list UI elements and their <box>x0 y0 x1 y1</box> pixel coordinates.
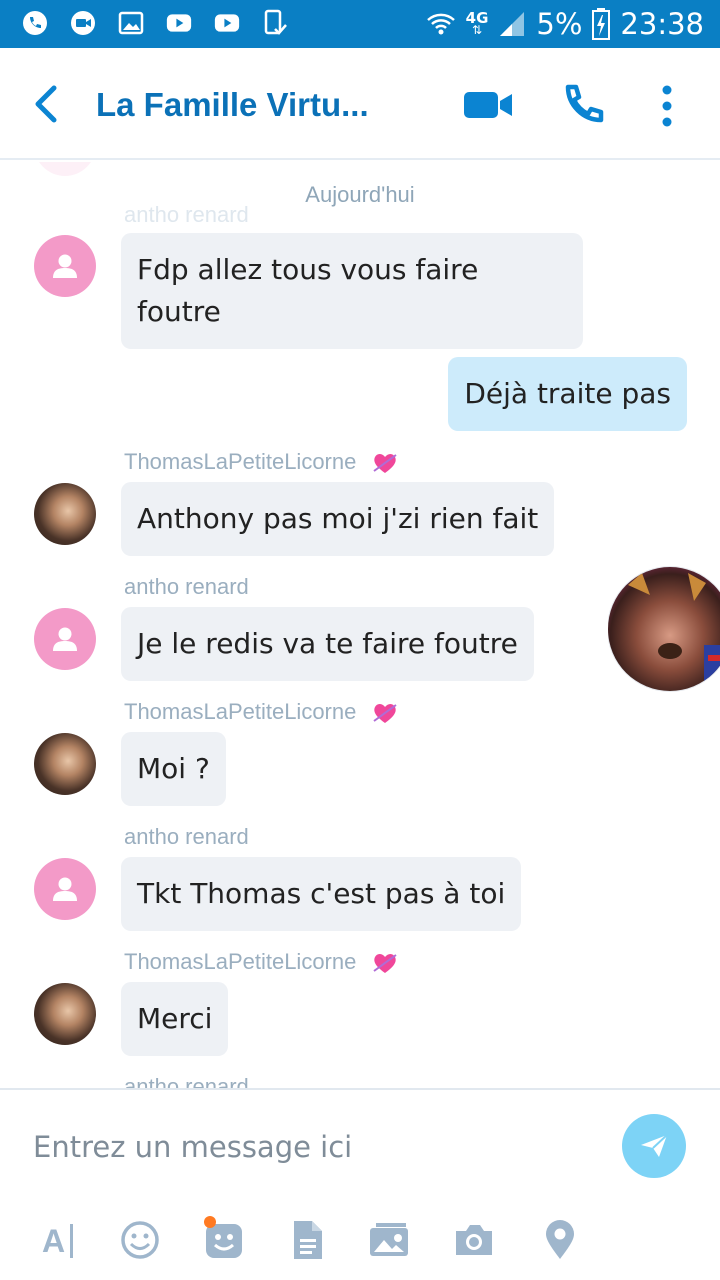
heart-emoji-icon <box>373 704 398 724</box>
new-badge <box>204 1216 216 1228</box>
message-input[interactable]: Entrez un message ici <box>33 1130 352 1164</box>
composer: Entrez un message ici A <box>0 1088 720 1280</box>
svg-text:A: A <box>42 1223 65 1259</box>
notification-icons <box>22 9 288 36</box>
message-bubble[interactable]: Anthony pas moi j'zi rien fait <box>121 482 555 556</box>
avatar[interactable] <box>34 733 96 795</box>
sender-name: antho renard <box>124 824 249 849</box>
wifi-icon <box>426 13 455 35</box>
avatar[interactable] <box>34 235 96 297</box>
message-bubble[interactable]: Fdp allez tous vous faire foutre <box>121 233 583 349</box>
sender-name: antho renard <box>124 1074 249 1088</box>
composer-toolbar: A <box>0 1208 720 1278</box>
voice-call-button[interactable] <box>562 84 604 126</box>
network-type: 4G ⇅ <box>465 9 489 37</box>
sender-name: ThomasLaPetiteLicorne <box>124 449 398 475</box>
message-bubble[interactable]: Tkt Thomas c'est pas à toi <box>121 857 522 931</box>
youtube-icon <box>166 10 192 36</box>
avatar[interactable] <box>34 483 96 545</box>
chat-header: La Famille Virtu... <box>0 48 720 160</box>
signal-icon <box>500 12 525 36</box>
avatar[interactable] <box>34 608 96 670</box>
status-bar: 4G ⇅ 5% 23:38 <box>0 0 720 48</box>
conversation-title[interactable]: La Famille Virtu... <box>96 86 396 124</box>
sticker-button[interactable] <box>202 1216 246 1262</box>
sender-name: ThomasLaPetiteLicorne <box>124 949 398 975</box>
media-button[interactable] <box>368 1218 412 1262</box>
location-icon <box>546 1220 574 1259</box>
sender-name: ThomasLaPetiteLicorne <box>124 699 398 725</box>
phone-icon <box>22 10 48 36</box>
user-icon <box>53 877 77 901</box>
more-vertical-icon <box>662 85 672 127</box>
file-button[interactable] <box>286 1218 330 1262</box>
more-options-button[interactable] <box>660 84 674 128</box>
image-icon <box>118 10 144 36</box>
date-separator: Aujourd'hui <box>305 182 415 207</box>
video-call-button[interactable] <box>462 88 516 122</box>
text-format-button[interactable]: A <box>38 1218 82 1262</box>
back-button[interactable] <box>30 84 64 124</box>
phone-call-icon <box>565 84 604 123</box>
avatar[interactable] <box>34 983 96 1045</box>
youtube-icon <box>214 10 240 36</box>
emoji-icon <box>121 1221 159 1259</box>
file-icon <box>294 1221 322 1259</box>
phone-check-icon <box>262 9 288 36</box>
avatar[interactable] <box>34 858 96 920</box>
video-call-icon <box>464 92 512 118</box>
send-button[interactable] <box>622 1114 686 1178</box>
video-icon <box>70 10 96 36</box>
heart-emoji-icon <box>373 954 398 974</box>
avatar <box>34 162 96 176</box>
chevron-left-icon <box>35 85 57 123</box>
chat-head-bubble[interactable] <box>607 565 720 693</box>
send-icon <box>641 1134 668 1157</box>
battery-percent: 5% <box>536 7 583 41</box>
sender-name: antho renard <box>124 574 249 599</box>
text-format-icon: A <box>42 1223 73 1259</box>
user-icon <box>53 627 77 651</box>
heart-emoji-icon <box>373 454 398 474</box>
message-bubble[interactable]: Je le redis va te faire foutre <box>121 607 534 681</box>
message-bubble[interactable]: Moi ? <box>121 732 226 806</box>
chat-head-avatar <box>607 566 720 692</box>
message-bubble[interactable]: Merci <box>121 982 229 1056</box>
media-icon <box>370 1223 408 1256</box>
clock: 23:38 <box>620 7 704 41</box>
location-button[interactable] <box>538 1218 582 1262</box>
message-bubble-outgoing[interactable]: Déjà traite pas <box>448 357 687 431</box>
user-icon <box>53 254 77 278</box>
emoji-button[interactable] <box>118 1218 162 1262</box>
status-right: 4G ⇅ 5% 23:38 <box>426 6 704 42</box>
camera-button[interactable] <box>452 1218 496 1262</box>
battery-icon <box>592 8 611 40</box>
camera-icon <box>456 1225 492 1255</box>
